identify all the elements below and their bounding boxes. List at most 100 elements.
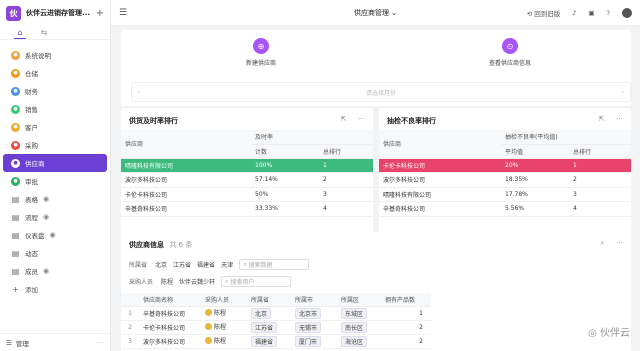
cell-district: 海沧区	[337, 334, 381, 349]
sidebar-item-label: 表格	[25, 196, 38, 204]
cell-name: 卡伦卡科技公司	[379, 158, 501, 173]
view-supplier-label: 查看供应商信息	[488, 60, 531, 67]
cell-rank: 1	[319, 158, 373, 173]
cell-buyer: 陈程	[201, 334, 247, 349]
app-dot-icon: ●	[11, 104, 20, 114]
buyer-option[interactable]: 陈程	[161, 277, 173, 286]
col-average: 平均值	[501, 144, 569, 159]
cell-value: 50%	[251, 187, 319, 202]
supplier-info-tools: ⌕ ···	[600, 239, 623, 248]
grid-icon: ▤	[11, 194, 20, 204]
sidebar-item[interactable]: ▤ 表格 ◉	[3, 190, 107, 208]
cell-value: 33.33%	[251, 201, 319, 217]
cell-name: 波尔多科技公司	[379, 172, 501, 188]
search-icon[interactable]: ⌕	[600, 239, 604, 248]
app-dot-icon: ●	[11, 86, 20, 96]
open-icon[interactable]: ⇱	[340, 115, 346, 123]
ontime-panel-title: 供货及时率排行	[129, 117, 178, 125]
prev-month-icon[interactable]: ‹	[138, 89, 140, 96]
eye-icon[interactable]: ◉	[43, 195, 49, 203]
eye-icon[interactable]: ◉	[43, 213, 49, 221]
cell-value: 20%	[501, 158, 569, 173]
sidebar-item[interactable]: ● 财务	[3, 82, 107, 100]
sidebar-item[interactable]: ● 采购	[3, 136, 107, 154]
more-icon[interactable]: ···	[98, 339, 104, 347]
manage-label: 管理	[15, 339, 29, 348]
next-month-icon[interactable]: ›	[622, 89, 624, 96]
more-icon[interactable]: ···	[616, 239, 623, 248]
more-icon[interactable]: ···	[358, 115, 365, 123]
sidebar-item[interactable]: ▤ 动态	[3, 244, 107, 262]
sidebar-item[interactable]: ▤ 流程 ◉	[3, 208, 107, 226]
col-name: 供应商名称	[139, 293, 201, 307]
sidebar-footer[interactable]: ☰ 管理 ···	[0, 333, 110, 351]
table-row[interactable]: 波尔多科技公司 57.14% 2	[121, 172, 373, 188]
col-supplier: 供应商	[379, 130, 501, 159]
sidebar-item[interactable]: ● 仓储	[3, 64, 107, 82]
cell-products: 2	[381, 320, 431, 335]
month-selector[interactable]: ‹ 请选择月份 ›	[131, 82, 631, 102]
ontime-panel: 供货及时率排行 ⇱ ··· 供应商 及时率 计数 总排行 晴隆科技有限公司 100…	[121, 108, 373, 250]
open-icon[interactable]: ⇱	[598, 115, 604, 123]
cart-add-icon: ⊕	[253, 38, 269, 54]
back-to-old-button[interactable]: ⟲ 回到旧版	[527, 8, 561, 18]
sidebar-item[interactable]: ● 客户	[3, 118, 107, 136]
cell-value: 18.35%	[501, 172, 569, 188]
new-supplier-button[interactable]: ⊕ 新建供应商	[226, 38, 296, 67]
search-data-input[interactable]: ⌕ 搜索数据	[239, 259, 310, 270]
table-row[interactable]: 3 波尔多科技公司 陈程 福建省 厦门市 海沧区 2	[121, 334, 431, 349]
switch-tab-icon[interactable]: ⇆	[38, 26, 50, 39]
table-row[interactable]: 晴隆科技有限公司 100% 1	[121, 158, 373, 173]
table-row[interactable]: 1 辛基奇科技公司 陈程 北京 北京市 东城区 1	[121, 306, 431, 321]
buyer-option[interactable]: 伙伴云魏少轩	[179, 277, 215, 286]
members-icon: ▤	[11, 266, 20, 276]
action-card: ⊕ 新建供应商 ⊙ 查看供应商信息 ‹ 请选择月份 ›	[121, 30, 631, 106]
sidebar-item[interactable]: ● 供应商	[3, 154, 107, 172]
table-row[interactable]: 卡伦卡科技公司 20% 1	[379, 158, 631, 173]
province-option[interactable]: 北京	[155, 260, 167, 269]
cell-value: 5.56%	[501, 201, 569, 217]
cell-products: 2	[381, 334, 431, 349]
sidebar-item[interactable]: ● 销售	[3, 100, 107, 118]
eye-icon[interactable]: ◉	[43, 267, 49, 275]
table-row[interactable]: 卡伦卡科技公司 50% 3	[121, 187, 373, 202]
search-icon: ⌕	[225, 277, 229, 285]
province-filter-label: 所属省	[129, 262, 148, 269]
province-option[interactable]: 江苏省	[173, 260, 191, 269]
sidebar-item[interactable]: ● 审批	[3, 172, 107, 190]
table-row[interactable]: 晴隆科技有限公司 17.78% 3	[379, 187, 631, 202]
sidebar-item[interactable]: ▤ 成员 ◉	[3, 262, 107, 280]
sidebar-item-label: 成员	[25, 268, 38, 276]
sidebar-item-label: 仪表盘	[25, 232, 45, 240]
app-dot-icon: ●	[11, 140, 20, 150]
home-tab-icon[interactable]: ⌂	[14, 26, 26, 39]
sidebar-item[interactable]: ▤ 仪表盘 ◉	[3, 226, 107, 244]
province-option[interactable]: 天津	[221, 260, 233, 269]
search-user-input[interactable]: ⌕ 搜索用户	[221, 276, 292, 287]
app-title[interactable]: 伙伴云进销存管理...	[26, 8, 90, 18]
activity-icon: ▤	[11, 248, 20, 258]
ontime-table: 供应商 及时率 计数 总排行 晴隆科技有限公司 100% 1 波尔多科技公司 57.14…	[121, 130, 373, 217]
table-row[interactable]: 辛基奇科技公司 33.33% 4	[121, 201, 373, 217]
more-icon[interactable]: ···	[616, 115, 623, 123]
defect-panel-tools: ⇱ ···	[598, 115, 623, 123]
eye-icon[interactable]: ◉	[50, 231, 56, 239]
table-row[interactable]: 2 卡伦卡科技公司 陈程 江苏省 无锡市 南长区 2	[121, 320, 431, 335]
table-row[interactable]: 辛基奇科技公司 5.56% 4	[379, 201, 631, 217]
bell-icon[interactable]: ♪	[572, 9, 576, 17]
avatar[interactable]	[622, 7, 632, 18]
inbox-icon[interactable]: ▣	[588, 9, 594, 17]
cell-name: 辛基奇科技公司	[121, 201, 251, 217]
table-row[interactable]: 波尔多科技公司 18.35% 2	[379, 172, 631, 188]
app-dot-icon: ●	[11, 50, 20, 60]
app-logo[interactable]: 伙	[6, 5, 21, 21]
menu-icon[interactable]: ☰	[119, 8, 127, 18]
sidebar-add-button[interactable]: + 添加	[3, 280, 107, 298]
add-icon[interactable]: +	[96, 8, 104, 19]
sidebar-item[interactable]: ● 系统说明	[3, 46, 107, 64]
province-option[interactable]: 福建省	[197, 260, 215, 269]
sidebar-item-label: 销售	[25, 106, 38, 114]
help-icon[interactable]: ?	[607, 9, 610, 17]
cell-rank: 2	[319, 172, 373, 188]
view-supplier-button[interactable]: ⊙ 查看供应商信息	[475, 38, 545, 67]
